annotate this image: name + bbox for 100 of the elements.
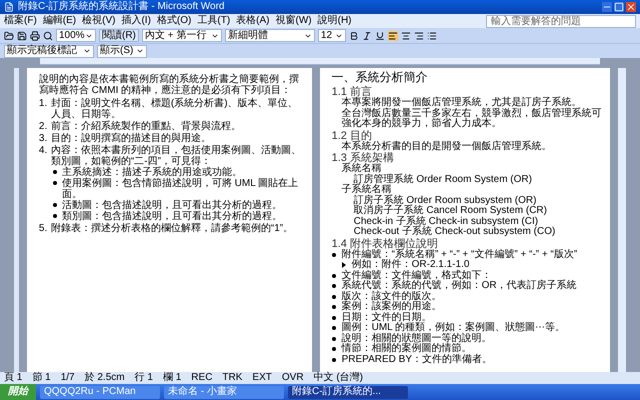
italic-icon[interactable]	[362, 30, 372, 40]
underline-icon[interactable]	[374, 30, 385, 40]
taskbar-button[interactable]: 未命名 - 小畫家	[164, 386, 284, 398]
list-number: 5.	[38, 223, 48, 234]
menu-item[interactable]: 工具(T)	[197, 16, 230, 26]
list-item: 封面：說明文件名稱、標題(系統分析書)、版本、單位、人員、日期等。	[50, 98, 299, 120]
align-center-icon[interactable]	[400, 30, 411, 40]
menu-item[interactable]: 說明(H)	[318, 16, 352, 26]
list-item: 圖例：UML 的種類，例如：案例圖、狀態圖⋯等。	[342, 323, 566, 333]
bullet-icon	[332, 326, 336, 330]
status-item: OVR	[282, 373, 304, 383]
bullet-icon	[332, 305, 336, 309]
bullet-icon	[52, 214, 57, 218]
dropdown-caret-icon	[136, 47, 144, 55]
heading: 一、系統分析簡介	[332, 71, 429, 84]
paragraph: 本專案將開發一個飯店管理系統，尤其是訂房子系統。	[340, 98, 582, 108]
menu-item[interactable]: 檢視(V)	[82, 16, 116, 26]
list-item: 目的：說明撰寫的描述目的與用途。	[50, 133, 211, 144]
bullet-icon	[332, 252, 336, 256]
menu-item[interactable]: 檔案(F)	[4, 16, 37, 26]
save-icon[interactable]	[17, 30, 27, 40]
status-item: 中文 (台灣)	[314, 373, 363, 383]
status-item: 頁 1	[4, 373, 22, 383]
paragraph: 系統名稱	[340, 164, 383, 174]
status-item: 行 1	[134, 373, 153, 383]
markup-view-dropdown[interactable]: 顯示完稿後標記	[4, 44, 94, 58]
paragraph: 本系統分析書的目的是開發一個飯店管理系統。	[340, 142, 553, 152]
help-question-field[interactable]: 輸入需要解答的問題	[486, 14, 636, 28]
bullet-icon	[52, 170, 57, 174]
paragraph: 訂房子系統 Order Room subsystem (OR)	[352, 196, 538, 206]
status-item: 1/7	[60, 373, 75, 383]
window-title: 附錄C-訂房系統的系統設計書 - Microsoft Word	[18, 2, 226, 12]
list-item: 附錄表：撰述分析表格的欄位解釋，請參考範例的“1”。	[50, 223, 294, 234]
menu-item[interactable]: 視窗(W)	[276, 16, 312, 26]
close-icon[interactable]	[626, 2, 636, 12]
list-item: 內容：依照本書所列的項目，包括使用案例圖、活動圖、類別圖，如範例的“二-四”，可見得：	[50, 145, 302, 167]
list-item: 使用案例圖：包含情節描述說明，可將 UML 圖貼在上面。	[62, 178, 300, 200]
heading: 1.4 附件表格欄位說明	[332, 238, 439, 250]
list-item: 系統代號：系統的代號，例如：OR，代表訂房子系統	[342, 281, 577, 291]
search-icon[interactable]	[43, 30, 53, 40]
paragraph: 取消房子子系統 Cancel Room System (CR)	[352, 206, 548, 216]
list-item: 附件編號：“系統名稱” + “-” + “文件編號” + “-” + “版次”	[342, 250, 578, 260]
zoom-dropdown[interactable]: 100%	[56, 29, 96, 42]
vertical-scrollbar[interactable]	[618, 68, 626, 372]
align-right-icon[interactable]	[414, 30, 424, 40]
paragraph: 子系統名稱	[340, 185, 392, 195]
paragraph: 訂房管理系統 Order Room System (OR)	[354, 174, 533, 184]
printer-icon[interactable]	[30, 30, 40, 40]
list-item: 說明：相關的狀態圖一等的說明。	[342, 334, 492, 344]
show-dropdown[interactable]: 顯示(S)	[97, 44, 147, 58]
bullet-icon	[332, 336, 336, 340]
maximize-icon[interactable]	[614, 2, 624, 12]
list-item: 案例：該案例的用途。	[342, 302, 442, 312]
list-item: 例如：附件：OR-2.1.1-1.0	[352, 260, 470, 270]
open-folder-icon[interactable]	[4, 30, 14, 40]
style-dropdown[interactable]: 內文 + 第一行	[142, 29, 222, 42]
paragraph: Check-out 子系統 Check-out subsystem (CO)	[352, 227, 556, 238]
bullet-icon	[52, 181, 57, 185]
status-item: 節 1	[32, 373, 51, 383]
heading: 1.1 前言	[332, 86, 372, 98]
heading: 1.3 系統架構	[332, 152, 395, 164]
bold-icon[interactable]	[348, 30, 359, 40]
status-item: TRK	[222, 373, 242, 383]
list-number: 1.	[38, 98, 48, 111]
read-button[interactable]: 閱讀(R)	[99, 29, 139, 42]
menu-item[interactable]: 編輯(E)	[42, 16, 76, 26]
menu-item[interactable]: 插入(I)	[121, 16, 151, 26]
paragraph: 全台灣飯店數量三千多家左右，競爭激烈，飯店管理系統可強化本身的競爭力，節省人力成本。	[340, 108, 603, 130]
list-item: PREPARED BY：文件的準備者。	[342, 354, 492, 365]
font-dropdown[interactable]: 新細明體	[224, 29, 315, 42]
bullet-icon	[332, 294, 336, 298]
bullet-icon	[332, 347, 336, 351]
bullet-icon	[332, 316, 336, 320]
align-left-icon[interactable]	[388, 30, 398, 40]
list-item: 活動圖：包含描述說明，且可看出其分析的過程。	[62, 200, 282, 211]
list-item: 前言：介紹系統製作的重點、背景與流程。	[50, 121, 241, 132]
list-item: 類別圖：包含描述說明，且可看出其分析的過程。	[62, 211, 282, 222]
status-item: EXT	[252, 373, 272, 383]
bullet-icon	[332, 284, 336, 288]
bullet-icon	[332, 274, 336, 278]
list-number: 3.	[38, 133, 48, 144]
status-item: 欄 1	[162, 373, 182, 383]
list-item: 文件編號：文件編號，格式如下：	[342, 270, 492, 280]
start-button[interactable]: 開始	[0, 384, 36, 400]
status-item: REC	[191, 373, 212, 383]
list-item: 日期：文件的日期。	[342, 312, 432, 322]
list-number: 4.	[38, 145, 48, 158]
list-number: 2.	[38, 121, 48, 132]
menu-item[interactable]: 表格(A)	[236, 16, 270, 26]
word-document-icon	[4, 2, 14, 12]
paragraph: Check-in 子系統 Check-in subsystem (CI)	[352, 216, 540, 226]
bullet-icon	[332, 358, 336, 362]
taskbar-button[interactable]: QQQQ2Ru - PCMan	[40, 386, 160, 398]
taskbar-button[interactable]: 附錄C-訂房系統的...	[288, 386, 408, 398]
menu-item[interactable]: 格式(O)	[156, 16, 192, 26]
font-size-dropdown[interactable]: 12	[318, 29, 346, 42]
heading: 1.2 目的	[332, 130, 372, 142]
bullet-icon	[52, 203, 57, 207]
minimize-icon[interactable]	[602, 2, 612, 12]
status-item: 於 2.5cm	[84, 373, 125, 383]
